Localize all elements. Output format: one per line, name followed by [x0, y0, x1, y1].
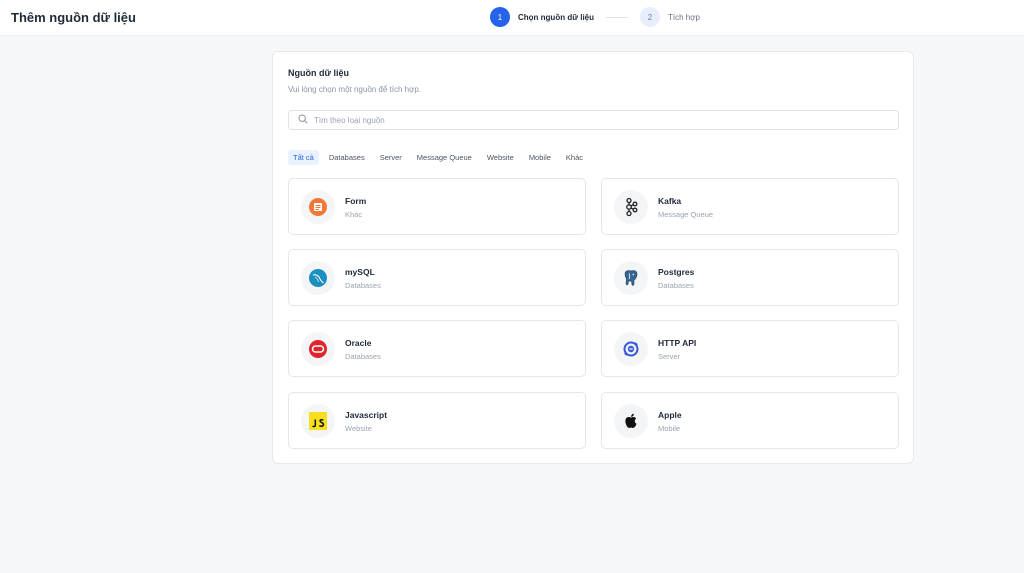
mysql-icon — [301, 261, 335, 295]
source-category: Server — [658, 352, 681, 361]
source-tile-kafka[interactable]: Kafka Message Queue — [601, 178, 899, 235]
step-2-label[interactable]: Tích hợp — [668, 13, 700, 22]
source-tile-postgres[interactable]: Postgres Databases — [601, 249, 899, 306]
source-category: Databases — [345, 281, 381, 290]
tab-website[interactable]: Website — [482, 150, 519, 165]
source-name: Apple — [658, 410, 682, 420]
tab-databases[interactable]: Databases — [324, 150, 370, 165]
step-2-number[interactable]: 2 — [640, 7, 660, 27]
panel-subtitle: Vui lòng chọn một nguồn để tích hợp. — [288, 85, 422, 94]
tab-server[interactable]: Server — [375, 150, 407, 165]
source-tile-form[interactable]: Form Khác — [288, 178, 586, 235]
source-tile-oracle[interactable]: Oracle Databases — [288, 320, 586, 377]
source-name: Javascript — [345, 410, 388, 420]
source-tile-http-api[interactable]: HTTP API Server — [601, 320, 899, 377]
source-name: HTTP API — [658, 338, 697, 348]
page-title: Thêm nguồn dữ liệu — [11, 10, 136, 25]
tab-all[interactable]: Tất cả — [288, 150, 319, 165]
tab-mobile[interactable]: Mobile — [524, 150, 556, 165]
step-connector — [606, 16, 628, 18]
http-api-icon — [614, 332, 648, 366]
kafka-icon — [614, 190, 648, 224]
source-name: Oracle — [345, 338, 372, 348]
oracle-icon — [301, 332, 335, 366]
source-category: Databases — [658, 281, 694, 290]
postgres-icon — [614, 261, 648, 295]
search-box[interactable] — [288, 110, 899, 130]
step-1-number[interactable]: 1 — [490, 7, 510, 27]
step-1-label[interactable]: Chọn nguồn dữ liệu — [518, 13, 594, 22]
source-name: mySQL — [345, 267, 375, 277]
filter-tabs: Tất cả Databases Server Message Queue We… — [288, 150, 593, 165]
tab-message-queue[interactable]: Message Queue — [412, 150, 477, 165]
source-category: Website — [345, 424, 372, 433]
data-source-panel: Nguồn dữ liệu Vui lòng chọn một nguồn để… — [272, 51, 914, 464]
javascript-icon — [301, 404, 335, 438]
source-tile-javascript[interactable]: Javascript Website — [288, 392, 586, 449]
stepper: 1 Chọn nguồn dữ liệu 2 Tích hợp — [490, 7, 700, 27]
source-category: Databases — [345, 352, 381, 361]
source-category: Mobile — [658, 424, 681, 433]
panel-title: Nguồn dữ liệu — [288, 68, 350, 78]
source-name: Form — [345, 196, 367, 206]
source-tile-apple[interactable]: Apple Mobile — [601, 392, 899, 449]
apple-icon — [614, 404, 648, 438]
source-category: Khác — [345, 210, 363, 219]
top-bar: Thêm nguồn dữ liệu 1 Chọn nguồn dữ liệu … — [0, 0, 1024, 36]
source-name: Postgres — [658, 267, 695, 277]
search-icon — [298, 111, 308, 129]
form-icon — [301, 190, 335, 224]
source-category: Message Queue — [658, 210, 714, 219]
source-tile-mysql[interactable]: mySQL Databases — [288, 249, 586, 306]
source-name: Kafka — [658, 196, 682, 206]
tab-other[interactable]: Khác — [561, 150, 588, 165]
search-input[interactable] — [314, 115, 874, 125]
